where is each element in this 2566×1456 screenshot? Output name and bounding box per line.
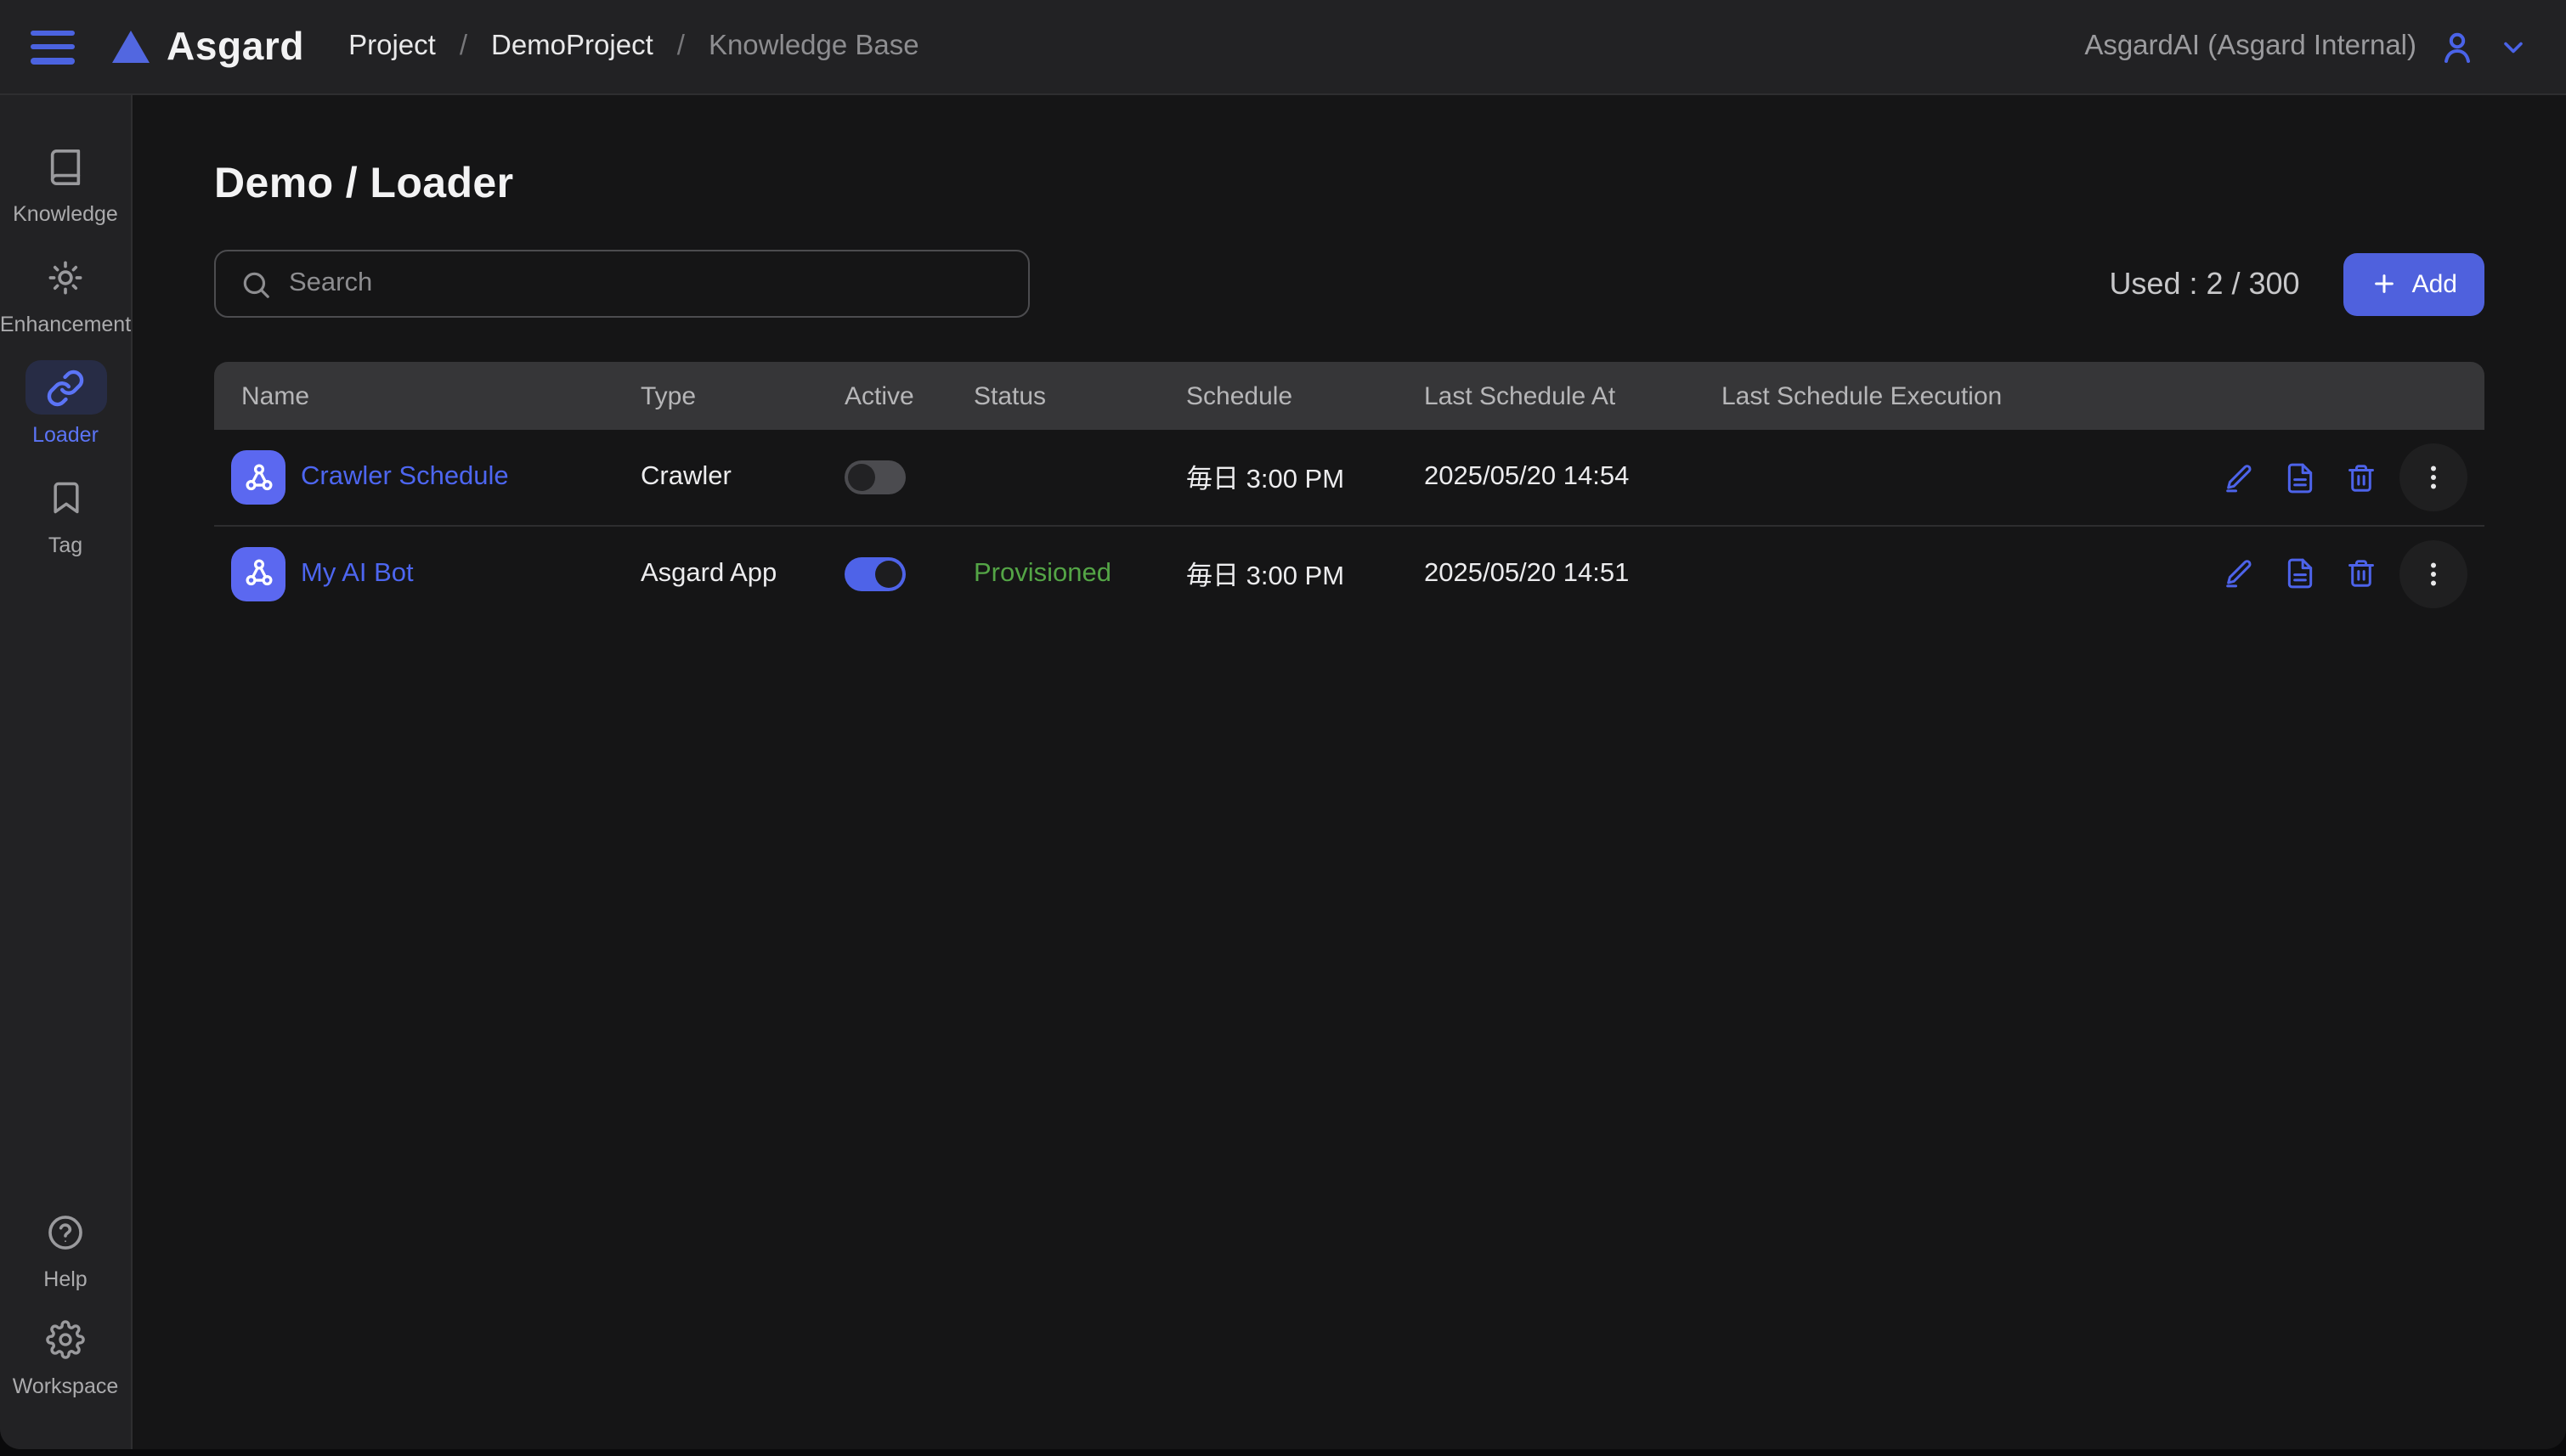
sidebar-item-workspace[interactable]: Workspace xyxy=(0,1312,131,1398)
loader-table: Name Type Active Status Schedule Last Sc… xyxy=(214,362,2484,620)
breadcrumb-separator: / xyxy=(677,31,685,63)
sidebar-item-loader[interactable]: Loader xyxy=(0,360,131,447)
breadcrumb-knowledge-base[interactable]: Knowledge Base xyxy=(709,31,919,63)
sidebar-item-label: Loader xyxy=(32,423,99,447)
help-circle-icon xyxy=(25,1205,106,1259)
gear-icon xyxy=(25,1312,106,1366)
toggle-knob xyxy=(875,560,902,587)
asgard-logo-icon xyxy=(112,31,150,63)
account-area: AsgardAI (Asgard Internal) xyxy=(2084,26,2529,67)
last-schedule-at: 2025/05/20 14:54 xyxy=(1397,462,1694,493)
document-icon[interactable] xyxy=(2284,557,2316,590)
kebab-menu-icon[interactable] xyxy=(2399,443,2467,511)
usage-counter: Used : 2 / 300 xyxy=(2109,266,2299,302)
sidebar-item-label: Tag xyxy=(48,533,82,557)
sidebar-footer: Help Workspace xyxy=(0,1205,131,1419)
user-icon[interactable] xyxy=(2437,26,2478,67)
loader-chip-icon xyxy=(231,450,285,505)
document-icon[interactable] xyxy=(2284,461,2316,494)
loader-name-link[interactable]: My AI Bot xyxy=(301,558,414,589)
sidebar-item-knowledge[interactable]: Knowledge xyxy=(0,139,131,226)
loader-type: Asgard App xyxy=(613,558,817,589)
column-header-name: Name xyxy=(214,381,613,410)
loader-chip-icon xyxy=(231,546,285,601)
bookmark-icon xyxy=(25,471,106,525)
breadcrumb-project[interactable]: Project xyxy=(348,31,436,63)
column-header-last-schedule-at: Last Schedule At xyxy=(1397,381,1694,410)
book-icon xyxy=(25,139,106,194)
kebab-menu-icon[interactable] xyxy=(2399,539,2467,607)
sidebar-item-tag[interactable]: Tag xyxy=(0,471,131,557)
search-input[interactable] xyxy=(289,268,1004,299)
search-icon xyxy=(240,268,272,300)
column-header-type: Type xyxy=(613,381,817,410)
sidebar: Knowledge Enhancement xyxy=(0,95,133,1449)
schedule-text: 毎日 3:00 PM xyxy=(1159,459,1397,496)
sidebar-item-label: Help xyxy=(43,1267,87,1291)
add-button-label: Add xyxy=(2412,269,2457,298)
loader-type: Crawler xyxy=(613,462,817,493)
page-title: Demo / Loader xyxy=(214,160,2484,209)
sidebar-item-label: Knowledge xyxy=(13,202,118,226)
breadcrumb: Project / DemoProject / Knowledge Base xyxy=(348,31,919,63)
toggle-knob xyxy=(848,464,875,491)
column-header-schedule: Schedule xyxy=(1159,381,1397,410)
column-header-status: Status xyxy=(947,381,1159,410)
status-text: Provisioned xyxy=(947,558,1159,589)
edit-icon[interactable] xyxy=(2223,557,2255,590)
brand-title: Asgard xyxy=(167,24,304,70)
table-header: Name Type Active Status Schedule Last Sc… xyxy=(214,362,2484,430)
trash-icon[interactable] xyxy=(2345,461,2377,494)
edit-icon[interactable] xyxy=(2223,461,2255,494)
search-box xyxy=(214,250,1030,318)
column-header-last-schedule-execution: Last Schedule Execution xyxy=(1694,381,2196,410)
breadcrumb-demo-project[interactable]: DemoProject xyxy=(491,31,653,63)
table-row: Crawler Schedule Crawler 毎日 3:00 PM 2025… xyxy=(214,430,2484,525)
breadcrumb-separator: / xyxy=(460,31,467,63)
app-viewport: Asgard Project / DemoProject / Knowledge… xyxy=(0,0,2566,1456)
plus-icon xyxy=(2371,270,2399,297)
top-bar: Asgard Project / DemoProject / Knowledge… xyxy=(0,0,2566,95)
chevron-down-icon[interactable] xyxy=(2498,31,2529,62)
link-icon xyxy=(25,360,106,415)
app-window: Asgard Project / DemoProject / Knowledge… xyxy=(0,0,2566,1449)
add-button[interactable]: Add xyxy=(2344,252,2484,315)
main-content: Demo / Loader Used : 2 / 300 xyxy=(133,95,2566,1449)
sidebar-item-help[interactable]: Help xyxy=(0,1205,131,1291)
schedule-text: 毎日 3:00 PM xyxy=(1159,555,1397,592)
loader-name-link[interactable]: Crawler Schedule xyxy=(301,462,509,493)
active-toggle-on[interactable] xyxy=(845,556,906,590)
active-toggle-off[interactable] xyxy=(845,460,906,494)
column-header-active: Active xyxy=(817,381,947,410)
brightness-icon xyxy=(25,250,106,304)
last-schedule-at: 2025/05/20 14:51 xyxy=(1397,558,1694,589)
sidebar-item-enhancement[interactable]: Enhancement xyxy=(0,250,131,336)
sidebar-item-label: Workspace xyxy=(13,1374,119,1398)
trash-icon[interactable] xyxy=(2345,557,2377,590)
hamburger-menu-icon[interactable] xyxy=(31,30,75,64)
table-row: My AI Bot Asgard App Provisioned 毎日 3:00… xyxy=(214,525,2484,620)
sidebar-item-label: Enhancement xyxy=(0,313,131,336)
account-label: AsgardAI (Asgard Internal) xyxy=(2084,31,2416,63)
controls-row: Used : 2 / 300 Add xyxy=(214,250,2484,318)
